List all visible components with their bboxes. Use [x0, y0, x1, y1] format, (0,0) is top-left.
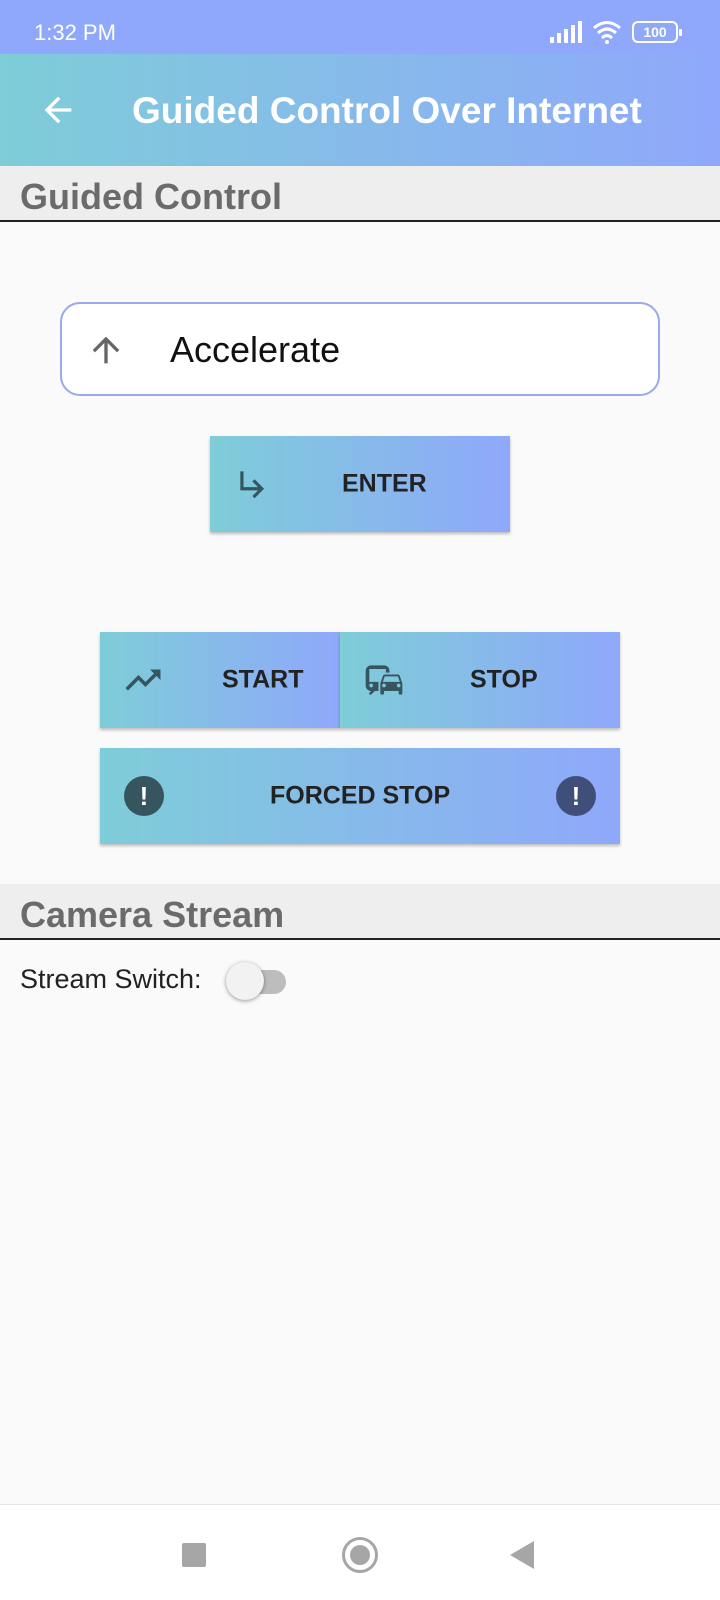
app-bar: Guided Control Over Internet [0, 54, 720, 166]
alert-circle-icon: ! [124, 776, 164, 816]
stop-button[interactable]: STOP [340, 632, 620, 728]
trending-up-icon [125, 669, 161, 691]
subdirectory-arrow-right-icon [240, 471, 265, 499]
camera-stream-title: Camera Stream [20, 894, 285, 935]
command-input[interactable] [170, 322, 640, 378]
signal-icon [550, 21, 582, 43]
nav-back-icon[interactable] [510, 1541, 534, 1569]
stop-button-label: STOP [470, 665, 538, 694]
guided-control-header: Guided Control [0, 166, 720, 222]
stream-switch-thumb[interactable] [226, 962, 264, 1000]
command-field[interactable] [60, 302, 660, 396]
camera-stream-header: Camera Stream [0, 884, 720, 940]
battery-icon: 100 [632, 21, 682, 43]
recent-apps-icon[interactable] [182, 1543, 206, 1567]
alert-circle-icon: ! [556, 776, 596, 816]
status-bar: 1:32 PM 100 [0, 0, 720, 54]
status-time: 1:32 PM [34, 20, 116, 45]
wifi-icon [593, 21, 621, 44]
system-nav-bar [0, 1504, 720, 1600]
home-icon[interactable] [342, 1537, 378, 1573]
page-title: Guided Control Over Internet [132, 90, 642, 131]
forced-stop-button[interactable]: ! FORCED STOP ! [100, 748, 620, 844]
forced-stop-button-label: FORCED STOP [270, 781, 451, 810]
stream-switch-label: Stream Switch: [20, 964, 202, 994]
guided-control-title: Guided Control [20, 176, 282, 217]
start-button-label: START [222, 665, 304, 694]
enter-button[interactable]: ENTER [210, 436, 510, 532]
enter-button-label: ENTER [342, 469, 427, 498]
arrow-up-icon [92, 336, 120, 364]
stream-switch[interactable] [226, 962, 288, 1000]
arrow-back-icon[interactable] [38, 90, 78, 130]
commute-icon [365, 665, 403, 695]
status-icons: 100 [550, 20, 682, 44]
start-button[interactable]: START [100, 632, 340, 728]
